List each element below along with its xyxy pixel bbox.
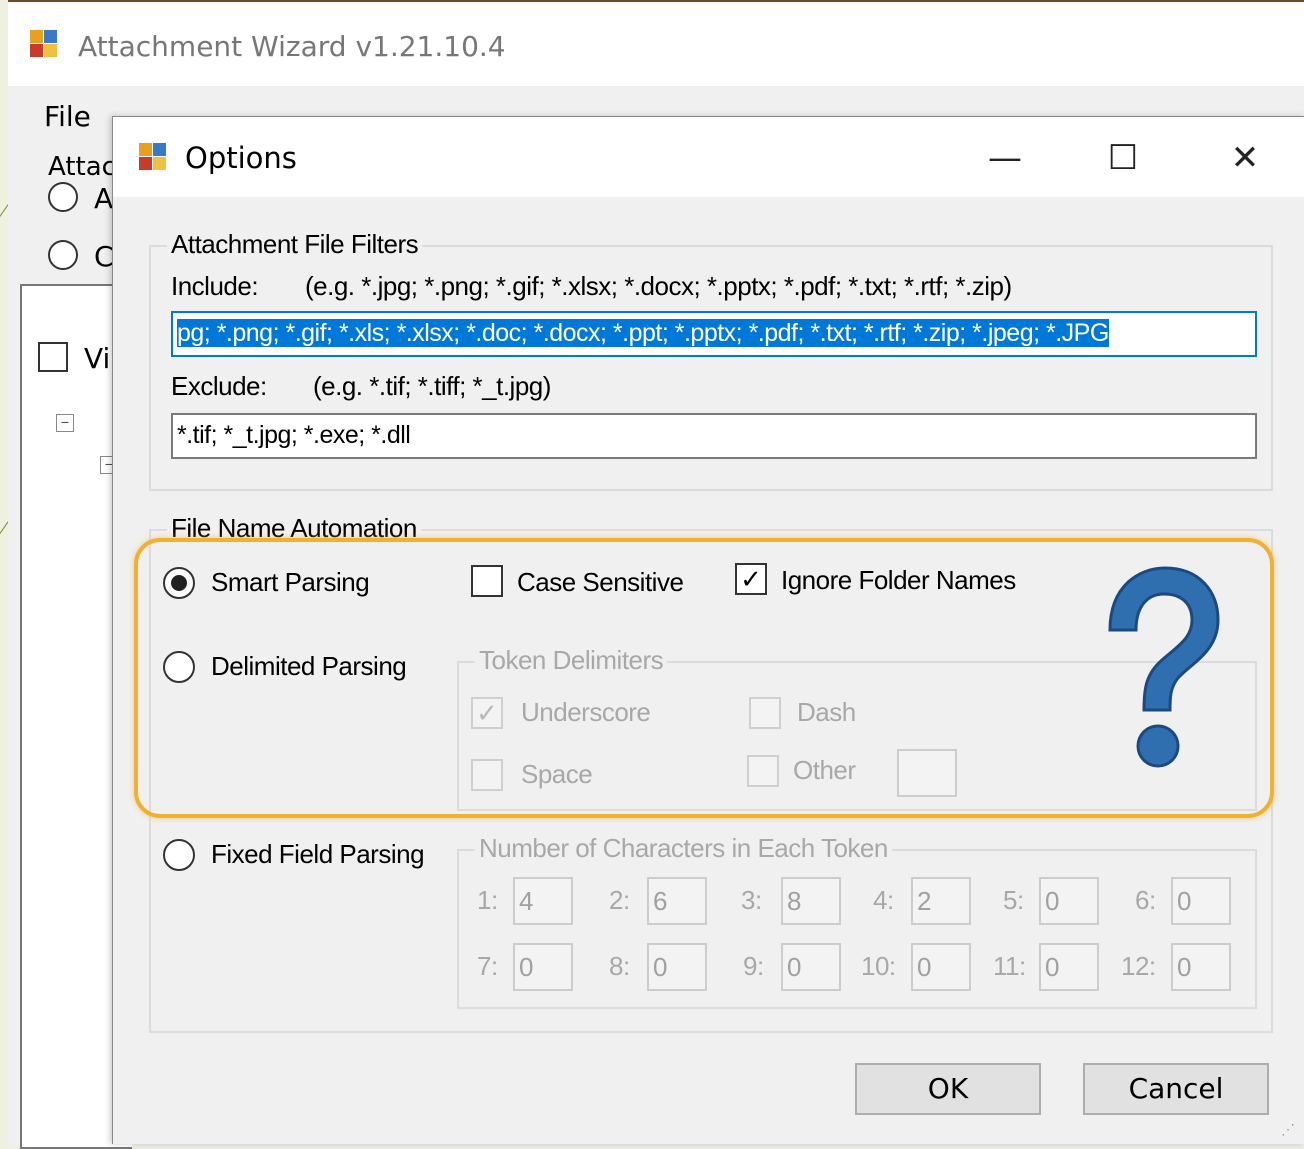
main-titlebar: Attachment Wizard v1.21.10.4 — [8, 2, 1304, 86]
main-radio-c[interactable] — [48, 240, 78, 270]
main-radio-c-label: C — [94, 240, 114, 273]
dialog-titlebar: Options — ☐ ✕ — [113, 117, 1304, 197]
num-chars-group — [457, 849, 1257, 1009]
ok-button[interactable]: OK — [855, 1063, 1041, 1115]
token-5-label: 5: — [1003, 885, 1024, 915]
exclude-example: (e.g. *.tif; *.tiff; *_t.jpg) — [313, 371, 551, 401]
file-filters-group-label: Attachment File Filters — [167, 229, 423, 260]
include-label: Include: — [171, 271, 259, 301]
minimize-button[interactable]: — — [975, 135, 1035, 181]
token-6-label: 6: — [1135, 885, 1156, 915]
fixed-field-parsing-label: Fixed Field Parsing — [211, 839, 425, 869]
token-4-label: 4: — [873, 885, 894, 915]
app-icon — [30, 30, 58, 58]
maximize-button[interactable]: ☐ — [1093, 135, 1153, 181]
token-2-label: 2: — [609, 885, 630, 915]
token-8-input[interactable]: 0 — [647, 943, 707, 991]
token-9-label: 9: — [743, 951, 764, 981]
tree-collapse-icon[interactable]: − — [56, 414, 74, 432]
attachment-group-label: Attac — [48, 152, 116, 182]
token-11-input[interactable]: 0 — [1039, 943, 1099, 991]
cancel-button[interactable]: Cancel — [1083, 1063, 1269, 1115]
token-3-label: 3: — [741, 885, 762, 915]
main-window-title: Attachment Wizard v1.21.10.4 — [78, 30, 506, 63]
num-chars-label: Number of Characters in Each Token — [475, 833, 892, 864]
token-2-input[interactable]: 6 — [647, 877, 707, 925]
question-mark-icon — [1108, 566, 1220, 768]
token-6-input[interactable]: 0 — [1171, 877, 1231, 925]
token-4-input[interactable]: 2 — [911, 877, 971, 925]
close-button[interactable]: ✕ — [1215, 135, 1275, 181]
token-5-input[interactable]: 0 — [1039, 877, 1099, 925]
main-radio-a[interactable] — [48, 182, 78, 212]
include-input-value: pg; *.png; *.gif; *.xls; *.xlsx; *.doc; … — [177, 319, 1109, 347]
fixed-field-parsing-radio[interactable] — [163, 839, 195, 871]
token-7-label: 7: — [477, 951, 498, 981]
view-checkbox[interactable] — [38, 342, 68, 372]
token-12-label: 12: — [1121, 951, 1156, 981]
include-example: (e.g. *.jpg; *.png; *.gif; *.xlsx; *.doc… — [305, 271, 1012, 301]
token-10-input[interactable]: 0 — [911, 943, 971, 991]
token-3-input[interactable]: 8 — [781, 877, 841, 925]
exclude-label: Exclude: — [171, 371, 267, 401]
token-8-label: 8: — [609, 951, 630, 981]
dialog-app-icon — [139, 143, 167, 171]
dialog-title: Options — [185, 141, 297, 175]
token-1-input[interactable]: 4 — [513, 877, 573, 925]
include-input[interactable]: pg; *.png; *.gif; *.xls; *.xlsx; *.doc; … — [171, 311, 1257, 357]
token-1-label: 1: — [477, 885, 498, 915]
token-9-input[interactable]: 0 — [781, 943, 841, 991]
main-radio-a-label: A — [94, 182, 114, 215]
menu-file[interactable]: File — [44, 100, 91, 133]
view-checkbox-label: Vi — [84, 342, 111, 375]
token-11-label: 11: — [993, 951, 1026, 981]
token-7-input[interactable]: 0 — [513, 943, 573, 991]
exclude-input[interactable]: *.tif; *_t.jpg; *.exe; *.dll — [171, 413, 1257, 459]
resize-grip-icon[interactable]: ⋰ — [1281, 1121, 1295, 1138]
token-12-input[interactable]: 0 — [1171, 943, 1231, 991]
token-10-label: 10: — [861, 951, 896, 981]
